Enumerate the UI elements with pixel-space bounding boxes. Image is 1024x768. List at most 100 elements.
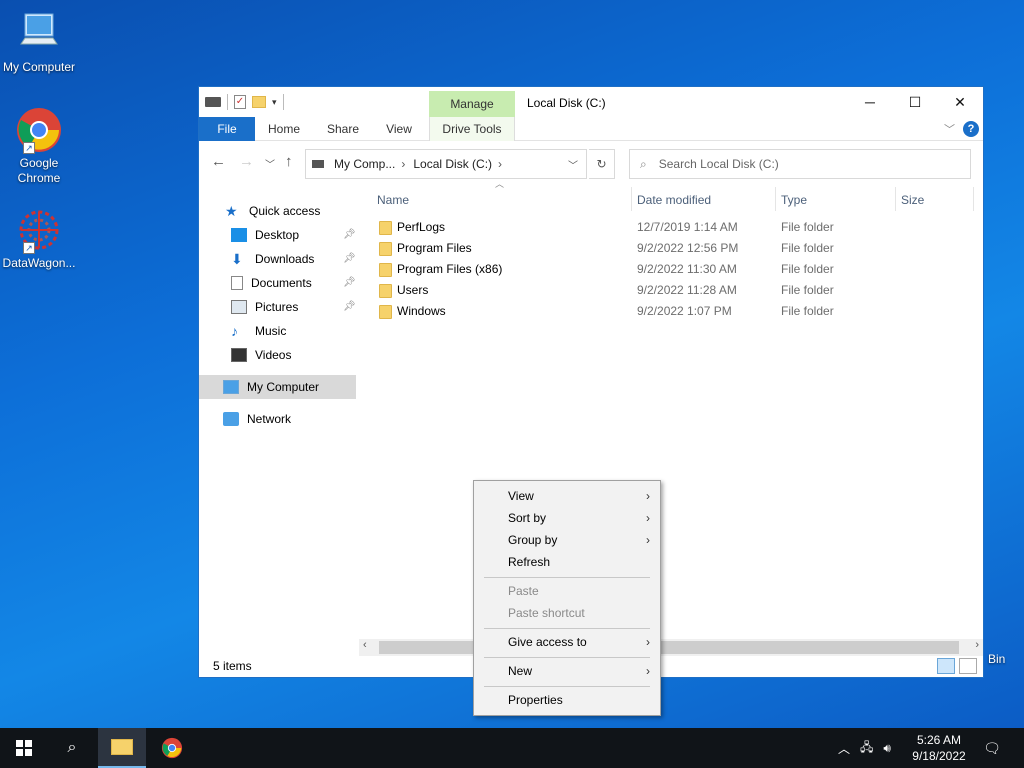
column-header-name[interactable]: Name — [377, 189, 409, 211]
nav-label: Documents — [251, 276, 312, 290]
close-button[interactable]: ✕ — [937, 87, 983, 117]
tab-share[interactable]: Share — [317, 117, 369, 141]
start-button[interactable] — [0, 728, 48, 768]
help-icon[interactable]: ? — [963, 121, 979, 137]
sort-ascending-icon: ︿ — [495, 179, 505, 189]
pin-icon[interactable]: 📌︎ — [343, 229, 356, 240]
tab-drive-tools[interactable]: Drive Tools — [429, 117, 515, 141]
horizontal-scrollbar[interactable]: ‹ › — [359, 639, 983, 656]
menu-item-paste[interactable]: Paste — [474, 580, 660, 602]
table-row[interactable]: Windows 9/2/2022 1:07 PM File folder — [359, 301, 959, 322]
file-type: File folder — [781, 220, 834, 234]
nav-downloads[interactable]: ⬇ Downloads — [231, 248, 314, 270]
column-divider[interactable] — [631, 187, 632, 211]
menu-item-sort-by[interactable]: Sort by › — [474, 507, 660, 529]
column-header-type[interactable]: Type — [781, 189, 807, 211]
large-icons-view-icon[interactable] — [959, 658, 977, 674]
window-title: Local Disk (C:) — [527, 96, 606, 110]
file-name: PerfLogs — [397, 220, 446, 234]
nav-videos[interactable]: Videos — [231, 344, 291, 366]
breadcrumb-my-computer[interactable]: My Comp... — [334, 157, 395, 171]
desktop-icon-datawagon[interactable]: ↗ DataWagon... — [1, 206, 77, 271]
pin-icon[interactable]: 📌︎ — [343, 277, 356, 288]
folder-icon — [379, 242, 392, 256]
search-icon[interactable]: ⌕ — [48, 728, 96, 768]
nav-music[interactable]: ♪ Music — [231, 320, 286, 342]
table-row[interactable]: Users 9/2/2022 11:28 AM File folder — [359, 280, 959, 301]
menu-label: View — [508, 489, 534, 503]
nav-network[interactable]: Network — [223, 408, 291, 430]
nav-quick-access[interactable]: ★ Quick access — [225, 200, 320, 222]
file-explorer-taskbar-button[interactable] — [98, 728, 146, 768]
shortcut-arrow-icon: ↗ — [23, 242, 35, 254]
tab-home[interactable]: Home — [259, 117, 309, 141]
scroll-right-icon[interactable]: › — [975, 639, 979, 651]
manage-tab[interactable]: Manage — [429, 91, 515, 117]
nav-documents[interactable]: Documents — [231, 272, 312, 294]
customize-dropdown-icon[interactable]: ▾ — [272, 97, 277, 108]
desktop-icon-label: Google Chrome — [17, 156, 61, 185]
clock-date: 9/18/2022 — [912, 749, 966, 763]
volume-icon[interactable]: 🔊︎ — [883, 741, 891, 756]
new-folder-icon[interactable] — [252, 96, 266, 108]
menu-item-refresh[interactable]: Refresh — [474, 551, 660, 573]
file-date: 9/2/2022 11:30 AM — [637, 262, 737, 276]
chevron-right-icon: › — [646, 664, 650, 678]
column-header-size[interactable]: Size — [901, 189, 924, 211]
nav-label: Videos — [255, 348, 292, 362]
menu-item-paste-shortcut[interactable]: Paste shortcut — [474, 602, 660, 624]
file-date: 12/7/2019 1:14 AM — [637, 220, 738, 234]
menu-item-view[interactable]: View › — [474, 485, 660, 507]
recent-locations-icon[interactable]: ﹀ — [265, 156, 275, 171]
search-input[interactable]: ⌕ Search Local Disk (C:) — [629, 149, 971, 179]
scrollbar-thumb[interactable] — [379, 641, 959, 654]
file-name: Program Files (x86) — [397, 262, 503, 276]
desktop-icon-my-computer[interactable]: My Computer — [1, 10, 77, 75]
properties-icon[interactable]: ✓ — [234, 95, 246, 109]
menu-item-properties[interactable]: Properties — [474, 689, 660, 711]
column-divider[interactable] — [973, 187, 974, 211]
menu-item-give-access-to[interactable]: Give access to › — [474, 631, 660, 653]
column-divider[interactable] — [775, 187, 776, 211]
network-icon[interactable]: 🖧︎ — [860, 738, 873, 759]
nav-desktop[interactable]: Desktop — [231, 224, 299, 246]
breadcrumb-local-disk[interactable]: Local Disk (C:) — [413, 157, 492, 171]
recycle-bin-icon[interactable]: Bin — [988, 652, 1005, 666]
address-bar[interactable]: My Comp... › Local Disk (C:) › ﹀ — [305, 149, 587, 179]
pin-icon[interactable]: 📌︎ — [343, 253, 356, 264]
desktop-icon-label: My Computer — [2, 60, 76, 74]
table-row[interactable]: Program Files 9/2/2022 12:56 PM File fol… — [359, 238, 959, 259]
column-divider[interactable] — [895, 187, 896, 211]
tab-view[interactable]: View — [375, 117, 423, 141]
details-view-icon[interactable] — [937, 658, 955, 674]
nav-my-computer[interactable]: My Computer — [223, 376, 319, 398]
address-dropdown-icon[interactable]: ﹀ — [568, 157, 578, 172]
clock[interactable]: 5:26 AM 9/18/2022 — [904, 732, 974, 764]
table-row[interactable]: Program Files (x86) 9/2/2022 11:30 AM Fi… — [359, 259, 959, 280]
desktop-folder-icon — [231, 228, 247, 242]
menu-label: Properties — [508, 693, 563, 707]
forward-button[interactable]: → — [239, 153, 254, 170]
nav-pictures[interactable]: Pictures — [231, 296, 298, 318]
context-menu: View › Sort by › Group by › Refresh Paste P… — [473, 480, 661, 716]
document-icon — [231, 276, 243, 290]
minimize-button[interactable]: ─ — [847, 87, 893, 117]
up-button[interactable]: ↑ — [285, 153, 293, 170]
maximize-button[interactable]: ☐ — [892, 87, 938, 117]
tab-file[interactable]: File — [199, 117, 255, 141]
collapse-ribbon-icon[interactable]: ﹀ — [944, 121, 955, 137]
column-header-date-modified[interactable]: Date modified — [637, 189, 711, 211]
pin-icon[interactable]: 📌︎ — [343, 301, 356, 312]
refresh-button[interactable]: ↻ — [589, 149, 615, 179]
chevron-right-icon[interactable]: › — [401, 157, 405, 171]
chrome-taskbar-button[interactable] — [148, 728, 196, 768]
show-hidden-icons-icon[interactable]: ︿ — [838, 740, 850, 757]
menu-item-group-by[interactable]: Group by › — [474, 529, 660, 551]
notifications-icon[interactable]: 🗨︎ — [982, 728, 1002, 768]
desktop-icon-google-chrome[interactable]: ↗ Google Chrome — [1, 106, 77, 186]
table-row[interactable]: PerfLogs 12/7/2019 1:14 AM File folder — [359, 217, 959, 238]
chevron-right-icon[interactable]: › — [498, 157, 502, 171]
back-button[interactable]: ← — [211, 153, 226, 170]
menu-item-new[interactable]: New › — [474, 660, 660, 682]
scroll-left-icon[interactable]: ‹ — [363, 639, 367, 651]
